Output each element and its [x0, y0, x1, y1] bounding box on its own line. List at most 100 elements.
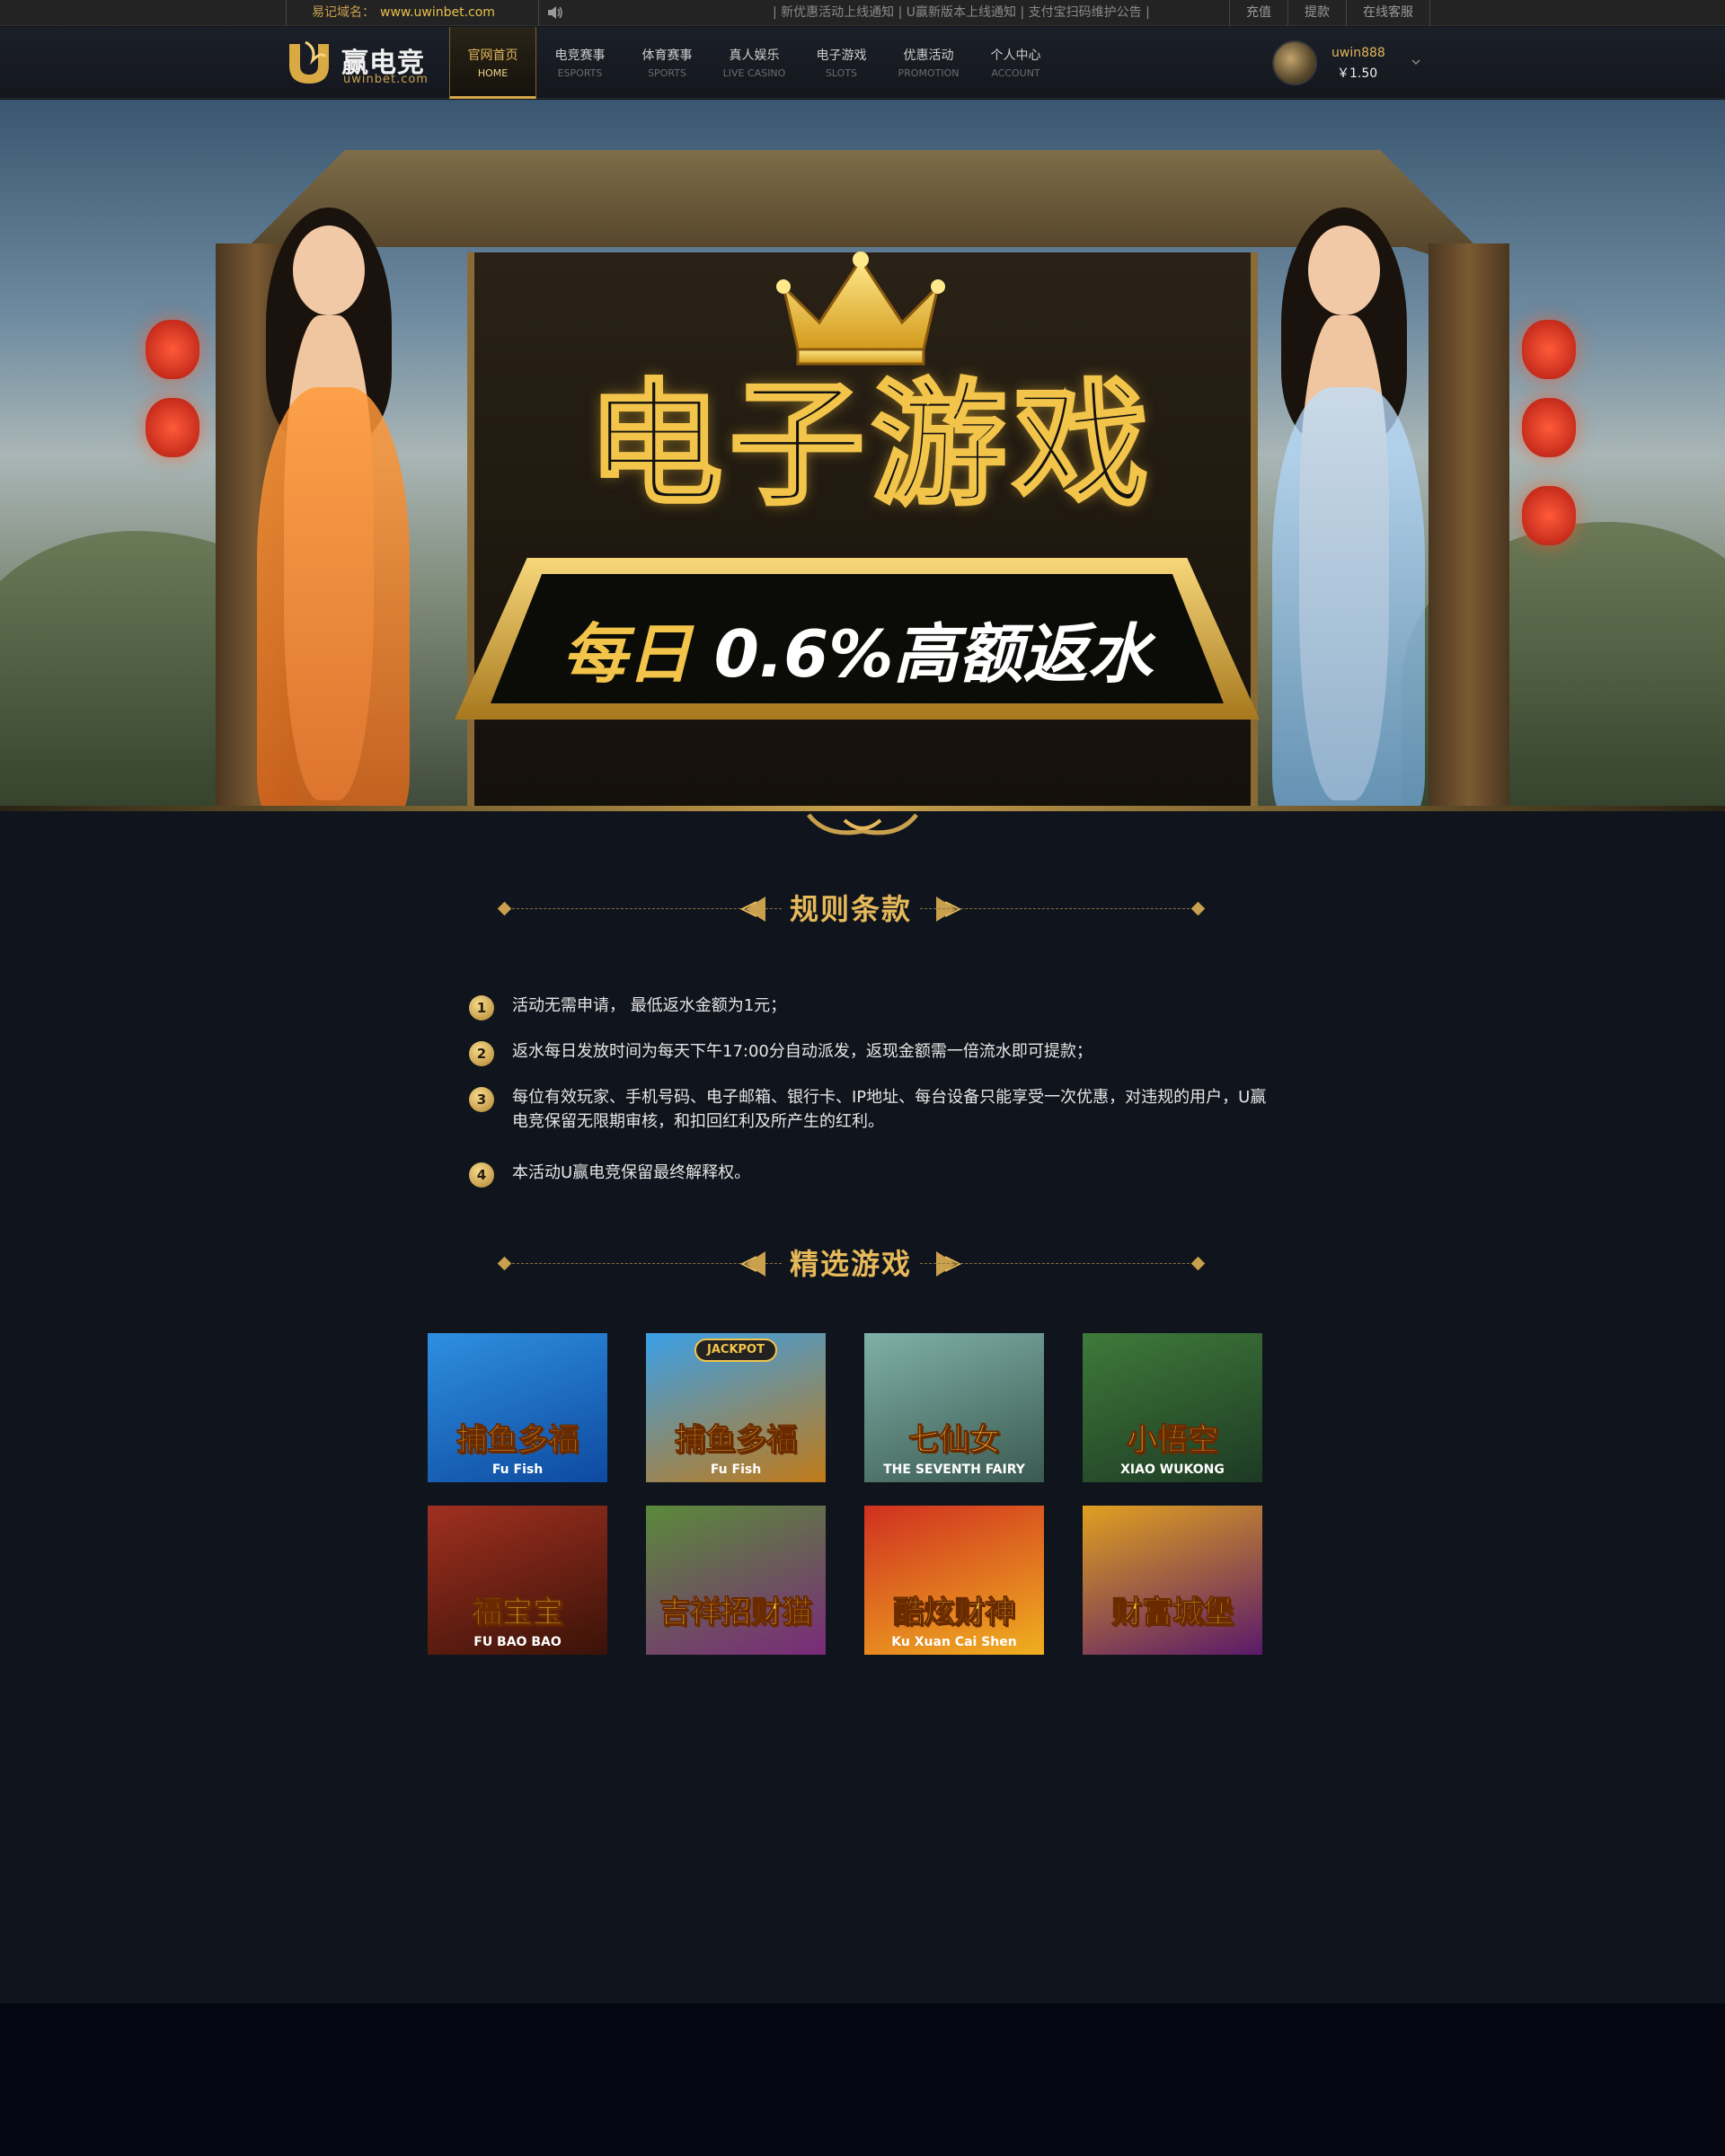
section-heading: 规则条款: [789, 892, 912, 926]
diamond-icon: [497, 1256, 512, 1271]
lantern-icon: [146, 320, 199, 379]
game-subtitle: Fu Fish: [491, 1462, 544, 1477]
nav-item-esports[interactable]: 电竞赛事 ESPORTS: [536, 27, 624, 99]
nav-item-sublabel: HOME: [477, 67, 509, 79]
crown-icon: [776, 252, 945, 366]
notice-marquee[interactable]: | 新优惠活动上线通知 | U赢新版本上线通知 | 支付宝扫码维护公告 |: [773, 0, 1150, 26]
game-title: 财富城堡: [1111, 1595, 1234, 1631]
rule-number-badge: 1: [469, 995, 494, 1021]
diamond-icon: [1190, 1256, 1206, 1271]
nav-item-label: 优惠活动: [903, 49, 954, 63]
banner-title: 电子游戏: [586, 367, 1155, 524]
domain-label: 易记域名：: [312, 5, 375, 20]
rule-number-badge: 2: [469, 1041, 494, 1066]
section-heading: 精选游戏: [789, 1247, 912, 1281]
nav-item-home[interactable]: 官网首页 HOME: [449, 27, 536, 99]
avatar[interactable]: [1272, 40, 1317, 85]
featured-games-grid: 捕鱼多福 Fu Fish JACKPOT 捕鱼多福 Fu Fish 七仙女 THE SE…: [428, 1333, 1265, 1655]
lantern-icon: [146, 398, 199, 457]
game-tile[interactable]: 七仙女 THE SEVENTH FAIRY: [864, 1333, 1044, 1482]
nav-item-label: 电竞赛事: [554, 49, 606, 63]
game-tile[interactable]: 小悟空 XIAO WUKONG: [1083, 1333, 1262, 1482]
plaque-daily-text: 每日: [562, 616, 692, 692]
domain-info: 易记域名： www.uwinbet.com: [286, 0, 539, 26]
rule-item: 3 每位有效玩家、手机号码、电子邮箱、银行卡、IP地址、每台设备只能享受一次优惠，…: [467, 1085, 1276, 1134]
nav-item-label: 电子游戏: [816, 49, 867, 63]
nav-item-live-casino[interactable]: 真人娱乐 LIVE CASINO: [711, 27, 798, 99]
nav-item-label: 体育赛事: [641, 49, 693, 63]
game-thumbnail: [428, 1333, 607, 1482]
game-thumbnail: [864, 1506, 1044, 1655]
game-title: 捕鱼多福: [456, 1422, 579, 1459]
chevron-down-icon[interactable]: [1411, 57, 1421, 67]
nav-item-sublabel: ACCOUNT: [991, 67, 1040, 79]
game-thumbnail: [1083, 1506, 1262, 1655]
nav-item-label: 官网首页: [467, 49, 518, 63]
balance: ￥1.50: [1337, 66, 1378, 81]
domain-url[interactable]: www.uwinbet.com: [380, 5, 495, 20]
character-left-illustration: [221, 190, 437, 811]
game-tile[interactable]: 吉祥招财猫: [646, 1506, 826, 1655]
game-badge: JACKPOT: [694, 1339, 777, 1362]
promo-banner: 电子游戏 每日 0.6%高额返水: [0, 100, 1725, 811]
customer-service-link[interactable]: 在线客服: [1346, 0, 1430, 26]
arrow-left-icon: [740, 1251, 765, 1277]
rule-item: 1 活动无需申请， 最低返水金额为1元；: [467, 994, 1276, 1021]
rule-text: 活动无需申请， 最低返水金额为1元；: [512, 996, 787, 1015]
logo[interactable]: 赢电竞 uwinbet.com: [286, 39, 429, 89]
game-tile[interactable]: 福宝宝 FU BAO BAO: [428, 1506, 607, 1655]
game-title: 吉祥招财猫: [659, 1595, 813, 1631]
rule-text: 返水每日发放时间为每天下午17:00分自动派发，返现金额需一倍流水即可提款；: [512, 1042, 1092, 1061]
diamond-icon: [497, 901, 512, 916]
user-menu[interactable]: uwin888 ￥1.50: [1272, 40, 1425, 87]
withdraw-link[interactable]: 提款: [1287, 0, 1346, 26]
rebate-plaque: 每日 0.6%高额返水: [455, 558, 1260, 720]
main-nav-bar: 赢电竞 uwinbet.com 官网首页 HOME 电竞赛事 ESPORTS 体育赛…: [0, 27, 1725, 99]
rule-number-badge: 4: [469, 1162, 494, 1188]
diamond-icon: [1190, 901, 1206, 916]
game-subtitle: Ku Xuan Cai Shen: [891, 1635, 1017, 1649]
game-subtitle: Fu Fish: [710, 1462, 762, 1477]
game-subtitle: FU BAO BAO: [473, 1635, 562, 1649]
nav-item-promotion[interactable]: 优惠活动 PROMOTION: [885, 27, 972, 99]
rules-section-title: 规则条款: [496, 891, 1206, 927]
nav-item-sports[interactable]: 体育赛事 SPORTS: [624, 27, 711, 99]
arrow-right-icon: [936, 897, 961, 922]
speaker-icon[interactable]: [546, 4, 564, 21]
game-tile[interactable]: JACKPOT 捕鱼多福 Fu Fish: [646, 1333, 826, 1482]
plaque-rebate-text: 0.6%高额返水: [713, 616, 1153, 692]
nav-item-label: 真人娱乐: [729, 49, 780, 63]
nav-item-label: 个人中心: [990, 49, 1041, 63]
nav-item-account[interactable]: 个人中心 ACCOUNT: [972, 27, 1059, 99]
rule-item: 4 本活动U赢电竞保留最终解释权。: [467, 1161, 1276, 1188]
game-thumbnail: [646, 1506, 826, 1655]
nav-item-sublabel: SLOTS: [825, 67, 858, 79]
arrow-right-icon: [936, 1251, 961, 1277]
game-title: 福宝宝: [472, 1595, 564, 1631]
game-thumbnail: [864, 1333, 1044, 1482]
rules-list: 1 活动无需申请， 最低返水金额为1元； 2 返水每日发放时间为每天下午17:00分…: [467, 994, 1276, 1206]
nav-item-sublabel: SPORTS: [648, 67, 686, 79]
game-tile[interactable]: 酷炫财神 Ku Xuan Cai Shen: [864, 1506, 1044, 1655]
game-title: 小悟空: [1127, 1422, 1219, 1459]
logo-mark-icon: [289, 40, 329, 84]
top-links: 充值 提款 在线客服: [1229, 0, 1430, 26]
game-tile[interactable]: 捕鱼多福 Fu Fish: [428, 1333, 607, 1482]
lantern-icon: [1522, 486, 1576, 545]
rule-number-badge: 3: [469, 1087, 494, 1112]
games-section-title: 精选游戏: [496, 1246, 1206, 1282]
lantern-icon: [1522, 320, 1576, 379]
game-tile[interactable]: 财富城堡: [1083, 1506, 1262, 1655]
rule-text: 本活动U赢电竞保留最终解释权。: [512, 1163, 751, 1182]
main-nav: 官网首页 HOME 电竞赛事 ESPORTS 体育赛事 SPORTS 真人娱乐 LIVE…: [449, 27, 1059, 99]
nav-item-sublabel: PROMOTION: [898, 67, 960, 79]
username: uwin888: [1331, 46, 1385, 60]
game-subtitle: XIAO WUKONG: [1120, 1462, 1225, 1477]
arrow-left-icon: [740, 897, 765, 922]
top-bar: 易记域名： www.uwinbet.com | 新优惠活动上线通知 | U赢新版本…: [0, 0, 1725, 26]
deposit-link[interactable]: 充值: [1229, 0, 1287, 26]
footer: [0, 2003, 1725, 2156]
nav-item-slots[interactable]: 电子游戏 SLOTS: [798, 27, 885, 99]
lantern-icon: [1522, 398, 1576, 457]
character-right-illustration: [1236, 190, 1452, 811]
